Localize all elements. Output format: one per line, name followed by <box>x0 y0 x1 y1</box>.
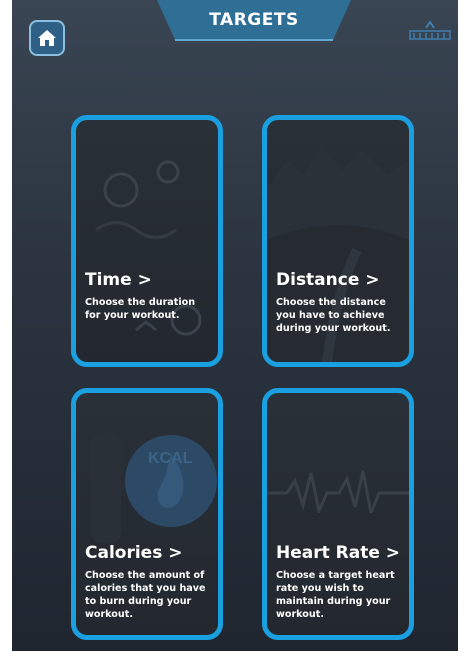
page-title: TARGETS <box>209 10 299 30</box>
card-title: Time > <box>85 270 152 290</box>
card-description: Choose the duration for your workout. <box>85 297 196 321</box>
title-tab: TARGETS <box>157 0 351 42</box>
target-card-time[interactable]: Time > Choose the duration for your work… <box>71 115 223 367</box>
target-card-heart-rate[interactable]: Heart Rate > Choose a target heart rate … <box>262 388 414 640</box>
target-card-distance[interactable]: Distance > Choose the distance you have … <box>262 115 414 367</box>
home-button[interactable] <box>29 20 65 56</box>
target-card-calories[interactable]: KCAL Calories > Choose the amount of cal… <box>71 388 223 640</box>
card-description: Choose a target heart rate you wish to m… <box>276 570 395 620</box>
card-title: Heart Rate > <box>276 543 401 563</box>
svg-text:KCAL: KCAL <box>148 450 193 467</box>
brand-logo <box>408 18 452 42</box>
home-icon <box>38 30 56 46</box>
card-description: Choose the amount of calories that you h… <box>85 570 206 620</box>
clock-pattern-icon <box>95 160 202 336</box>
card-title: Calories > <box>85 543 183 563</box>
targets-screen: TARGETS Time > Choose the duration for y… <box>12 0 458 651</box>
card-title: Distance > <box>276 270 380 290</box>
card-description: Choose the distance you have to achieve … <box>276 297 391 334</box>
